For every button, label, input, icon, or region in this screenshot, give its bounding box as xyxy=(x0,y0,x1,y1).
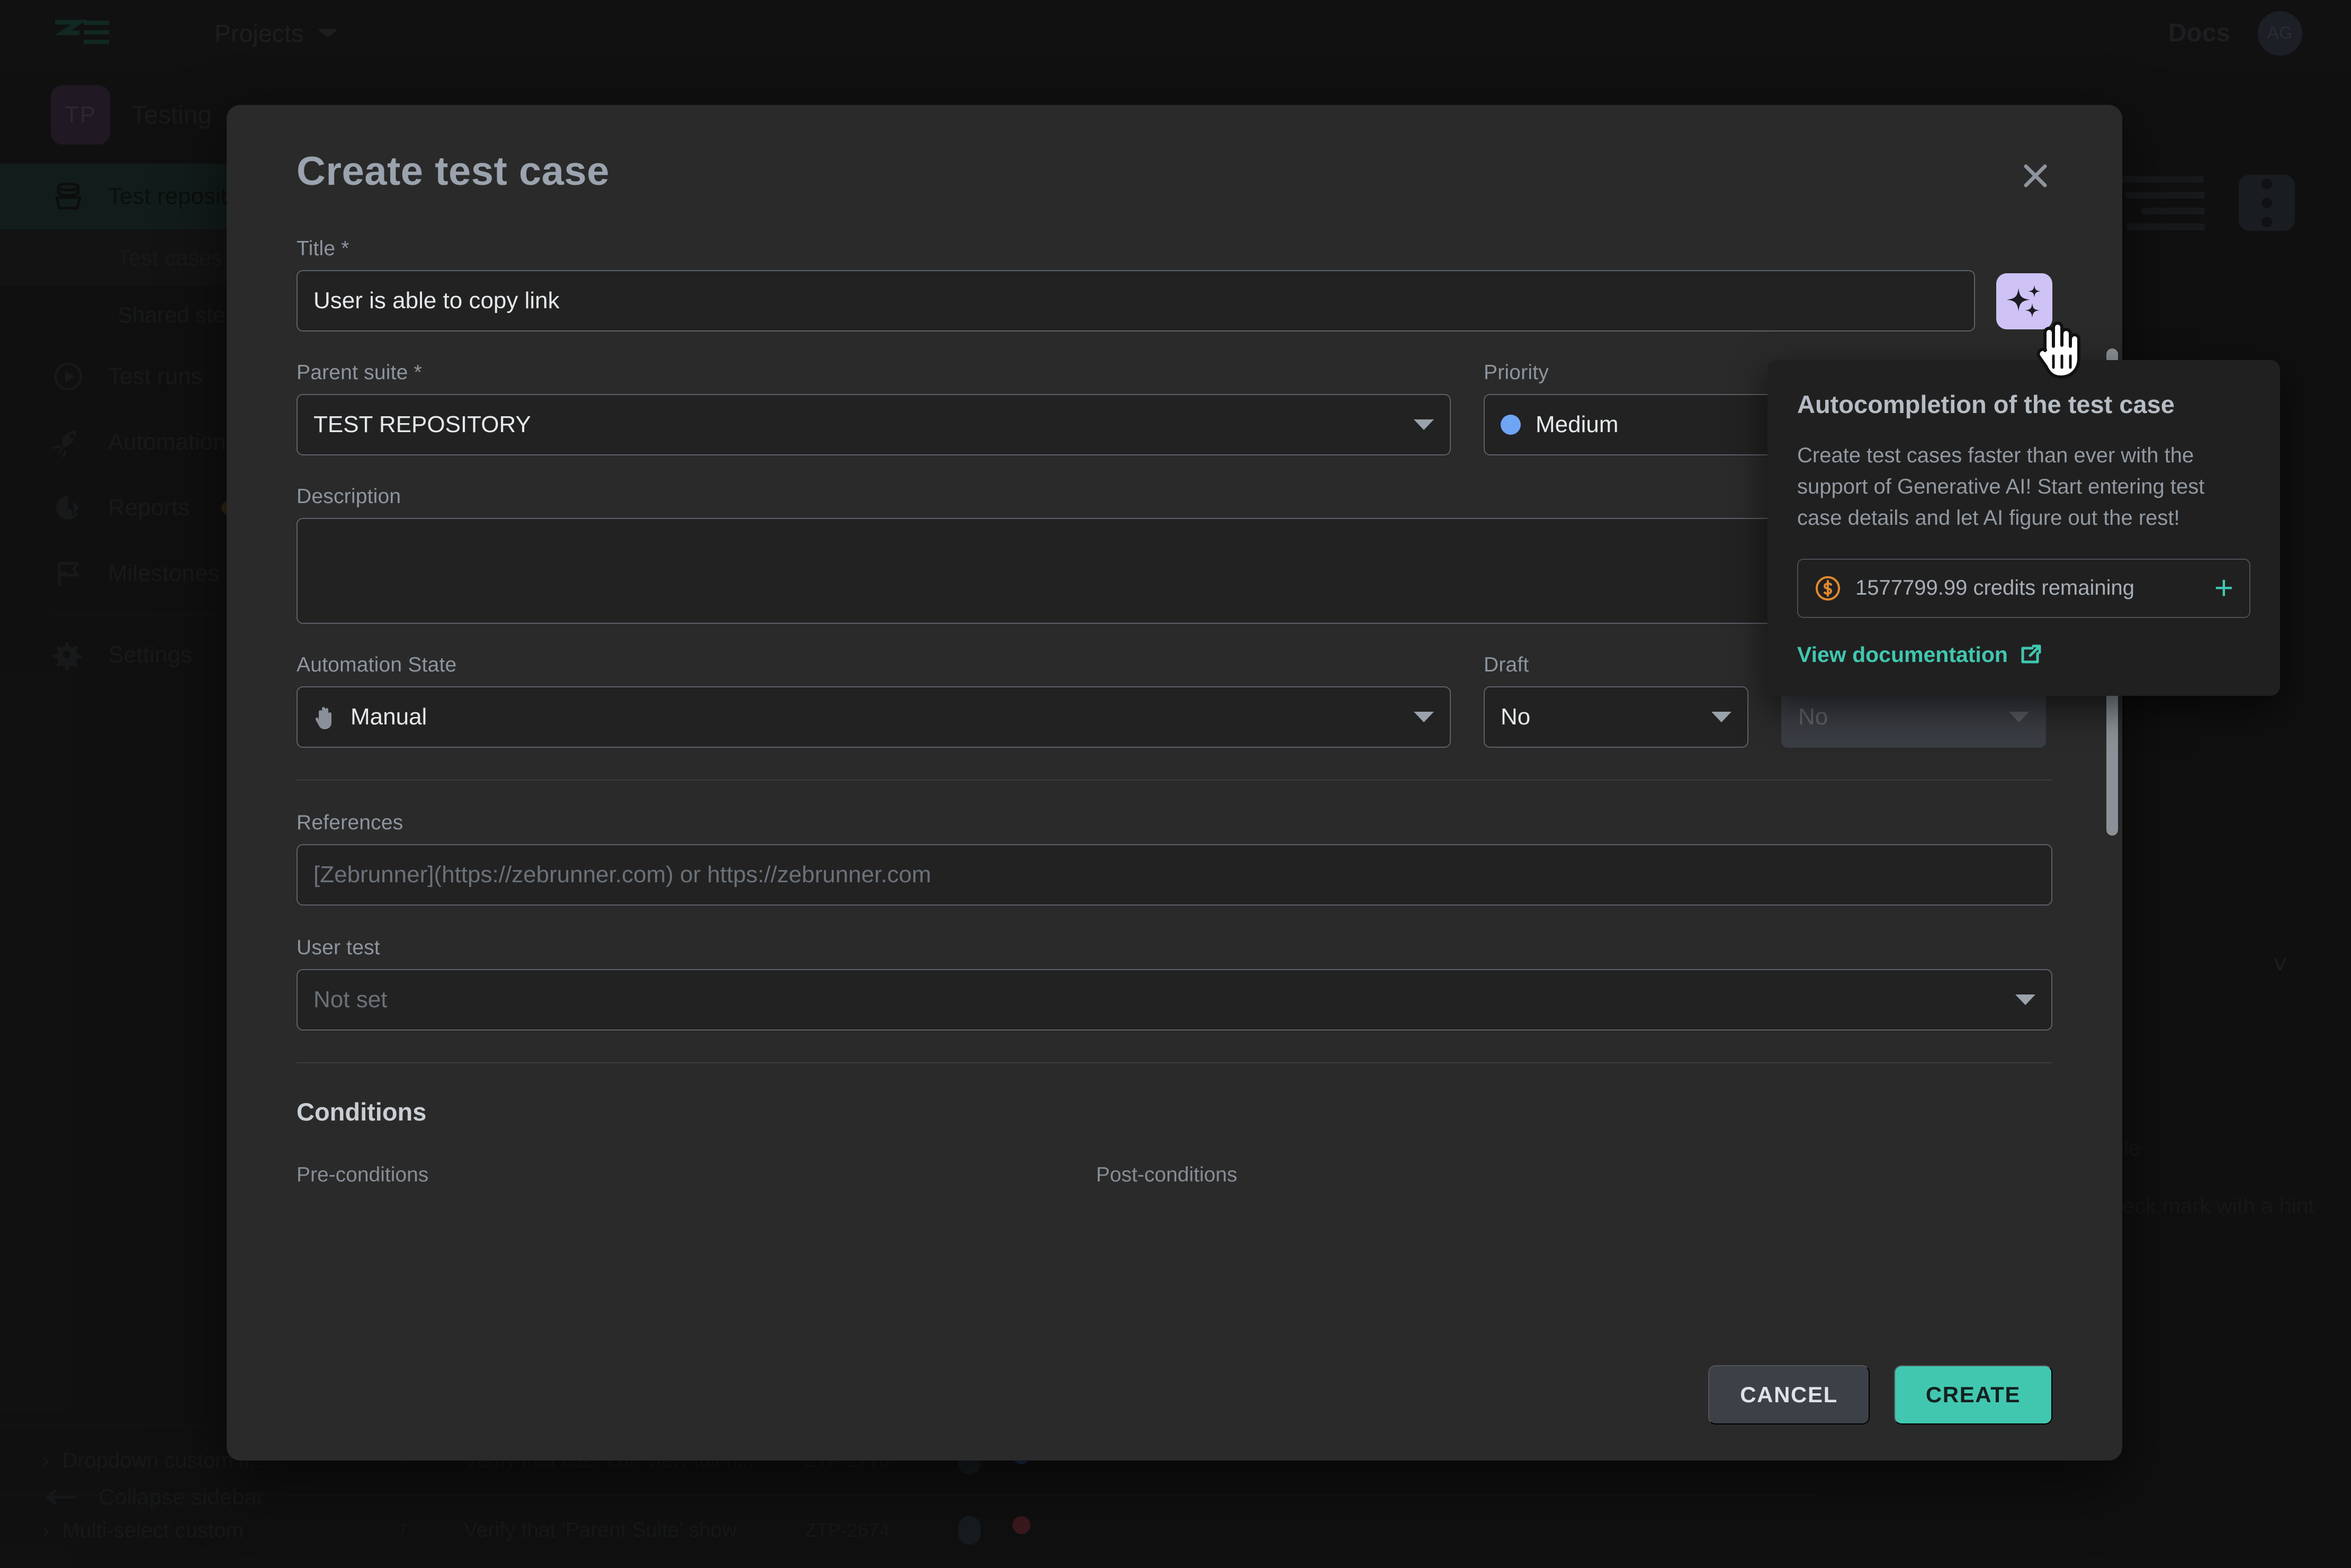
automation-state-value: Manual xyxy=(351,704,427,730)
create-button[interactable]: CREATE xyxy=(1894,1365,2052,1424)
references-placeholder: [Zebrunner](https://zebrunner.com) or ht… xyxy=(313,862,931,888)
plus-icon[interactable]: + xyxy=(2214,572,2233,605)
ai-popover-title: Autocompletion of the test case xyxy=(1797,390,2250,419)
title-field-group: Title * User is able to copy link xyxy=(297,237,1975,331)
title-row: Title * User is able to copy link xyxy=(297,237,2052,331)
external-link-icon xyxy=(2020,643,2043,666)
app-root: Projects Docs AG TP Testing Test reposit… xyxy=(0,0,2351,1568)
parent-suite-label: Parent suite * xyxy=(297,361,1451,384)
view-documentation-label: View documentation xyxy=(1797,642,2008,667)
priority-dot xyxy=(1501,415,1521,435)
draft-select[interactable]: No xyxy=(1484,686,1748,748)
automation-state-group: Automation State Manual xyxy=(297,653,1451,748)
chevron-down-icon xyxy=(2015,994,2035,1005)
references-label: References xyxy=(297,811,2052,835)
close-icon[interactable] xyxy=(2011,151,2060,200)
parent-suite-select[interactable]: TEST REPOSITORY xyxy=(297,394,1451,455)
conditions-heading: Conditions xyxy=(297,1097,2052,1126)
draft-group: Draft No xyxy=(1484,653,1748,748)
ai-autocompletion-popover: Autocompletion of the test case Create t… xyxy=(1767,360,2280,696)
draft-label: Draft xyxy=(1484,653,1748,677)
dialog-footer: CANCEL CREATE xyxy=(227,1329,2122,1461)
coin-dollar-icon xyxy=(1814,575,1842,602)
conditions-row: Pre-conditions Post-conditions xyxy=(297,1163,2052,1187)
view-documentation-link[interactable]: View documentation xyxy=(1797,642,2250,667)
title-label: Title * xyxy=(297,237,1975,261)
ai-popover-body: Create test cases faster than ever with … xyxy=(1797,440,2250,534)
chevron-down-icon xyxy=(1711,712,1731,722)
automation-state-select[interactable]: Manual xyxy=(297,686,1451,748)
create-test-case-dialog: Create test case Title * User is able to… xyxy=(227,105,2122,1461)
pre-conditions-label: Pre-conditions xyxy=(297,1163,1096,1187)
hand-icon xyxy=(313,704,337,730)
references-input[interactable]: [Zebrunner](https://zebrunner.com) or ht… xyxy=(297,844,2052,906)
automation-state-label: Automation State xyxy=(297,653,1451,677)
deprecated-value: No xyxy=(1798,704,1828,730)
credits-box: 1577799.99 credits remaining + xyxy=(1797,559,2250,618)
dialog-header: Create test case xyxy=(227,105,2122,194)
title-input-value: User is able to copy link xyxy=(313,288,560,314)
user-test-group: User test Not set xyxy=(297,936,2052,1031)
mouse-cursor-pointer-icon xyxy=(2033,318,2092,381)
user-test-select[interactable]: Not set xyxy=(297,969,2052,1031)
user-test-label: User test xyxy=(297,936,2052,960)
chevron-down-icon xyxy=(1414,419,1434,430)
post-conditions-label: Post-conditions xyxy=(1096,1163,1896,1187)
priority-value: Medium xyxy=(1536,411,1619,438)
parent-suite-group: Parent suite * TEST REPOSITORY xyxy=(297,361,1451,455)
credits-remaining-text: 1577799.99 credits remaining xyxy=(1855,576,2134,600)
parent-suite-value: TEST REPOSITORY xyxy=(313,411,531,438)
section-divider xyxy=(297,779,2052,781)
user-test-value: Not set xyxy=(313,987,387,1013)
chevron-down-icon xyxy=(2009,712,2029,722)
references-group: References [Zebrunner](https://zebrunner… xyxy=(297,811,2052,906)
title-input[interactable]: User is able to copy link xyxy=(297,270,1975,331)
dialog-title: Create test case xyxy=(297,148,2122,194)
draft-value: No xyxy=(1501,704,1530,730)
section-divider xyxy=(297,1062,2052,1063)
cancel-button[interactable]: CANCEL xyxy=(1708,1365,1870,1424)
chevron-down-icon xyxy=(1414,712,1434,722)
